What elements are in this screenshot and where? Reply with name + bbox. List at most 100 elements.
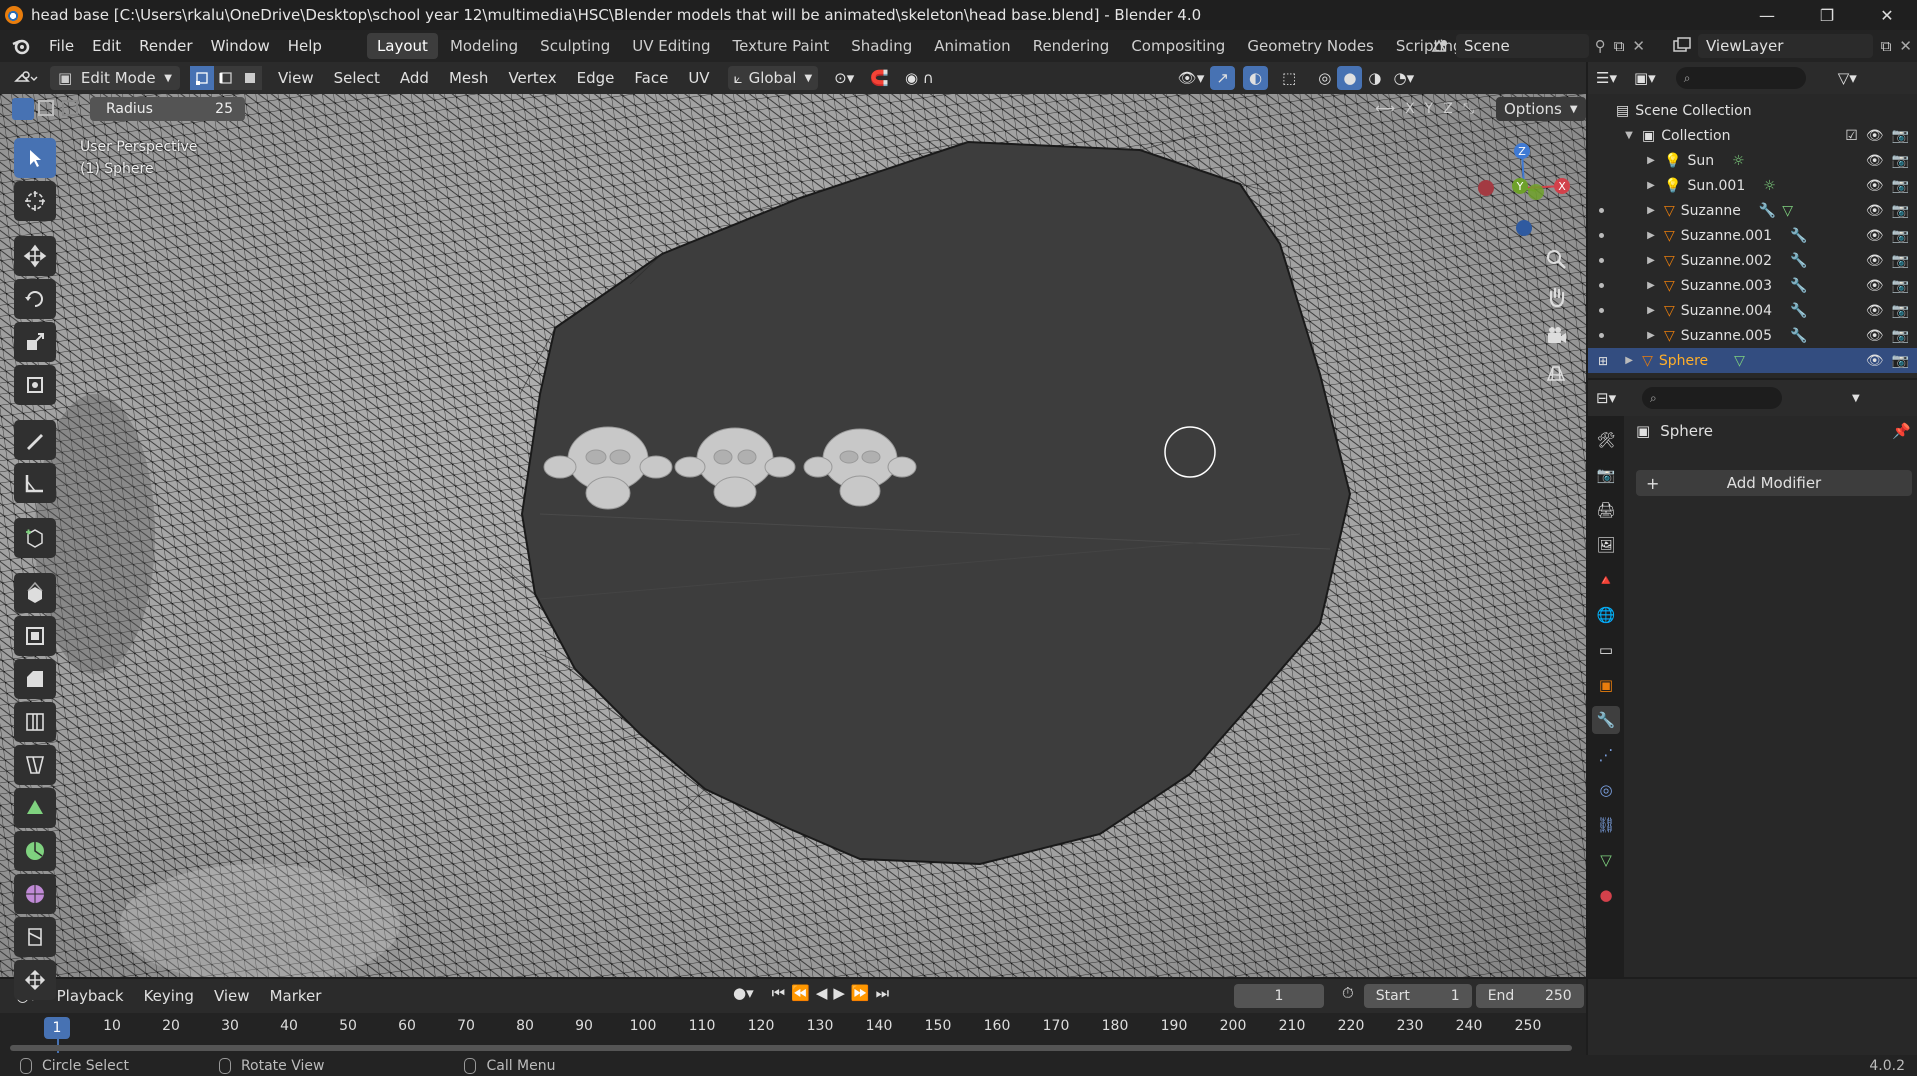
edit-mode-dot[interactable] bbox=[1599, 283, 1604, 288]
navigation-gizmo[interactable]: Z X Y bbox=[1466, 136, 1576, 246]
options-button[interactable]: Options ▼ bbox=[1496, 97, 1586, 121]
edit-mode-dot[interactable] bbox=[1599, 333, 1604, 338]
poly-build-tool-icon[interactable] bbox=[14, 788, 56, 828]
world-tab-icon[interactable]: 🌐 bbox=[1592, 601, 1620, 629]
inset-tool-icon[interactable] bbox=[14, 616, 56, 656]
select-mode-subtract-icon[interactable] bbox=[62, 100, 78, 116]
add-modifier-button[interactable]: + Add Modifier bbox=[1636, 470, 1912, 496]
edge-select-icon[interactable] bbox=[214, 66, 238, 90]
expand-icon[interactable]: ▶ bbox=[1644, 330, 1658, 341]
pin-icon[interactable]: 📌 bbox=[1892, 422, 1911, 440]
menu-marker[interactable]: Marker bbox=[260, 984, 332, 1008]
proportional-edit-icon[interactable]: ◉ ∩ bbox=[899, 66, 940, 90]
spin-tool-icon[interactable] bbox=[14, 831, 56, 871]
annotate-tool-icon[interactable] bbox=[14, 420, 56, 460]
transform-tool-icon[interactable] bbox=[14, 365, 56, 405]
snap-icon[interactable]: 🧲 bbox=[864, 66, 895, 90]
mesh-data-icon[interactable]: ▽ bbox=[1782, 203, 1793, 219]
sun-data-icon[interactable]: ☼ bbox=[1732, 153, 1745, 169]
camera-icon[interactable]: 📷 bbox=[1892, 128, 1909, 144]
outliner-item-suzanne[interactable]: ▶ ▽ Suzanne 🔧 ▽ 👁 📷 bbox=[1588, 198, 1917, 223]
jump-end-icon[interactable]: ⏭ bbox=[876, 984, 890, 1002]
object-tab-icon[interactable]: ▣ bbox=[1592, 671, 1620, 699]
render-tab-icon[interactable]: 📷 bbox=[1592, 461, 1620, 489]
eye-icon[interactable]: 👁 bbox=[1866, 178, 1884, 194]
measure-tool-icon[interactable] bbox=[14, 463, 56, 503]
menu-add[interactable]: Add bbox=[390, 66, 439, 90]
eye-icon[interactable]: 👁 bbox=[1866, 278, 1884, 294]
smooth-tool-icon[interactable] bbox=[14, 874, 56, 914]
gizmo-toggle-icon[interactable]: ↗ bbox=[1210, 66, 1235, 90]
play-reverse-icon[interactable]: ◀ bbox=[816, 984, 828, 1002]
modifier-wrench-icon[interactable]: 🔧 bbox=[1790, 328, 1807, 344]
expand-icon[interactable]: ▼ bbox=[1622, 130, 1636, 141]
select-mode-new-icon[interactable] bbox=[12, 98, 34, 120]
pan-hand-icon[interactable] bbox=[1540, 282, 1572, 312]
tab-animation[interactable]: Animation bbox=[924, 33, 1020, 59]
mirror-icon[interactable]: ⟷ bbox=[1375, 101, 1395, 117]
camera-icon[interactable]: 📷 bbox=[1892, 278, 1909, 294]
tab-shading[interactable]: Shading bbox=[841, 33, 922, 59]
mirror-z-toggle[interactable]: Z bbox=[1443, 101, 1453, 117]
edit-mode-icon[interactable]: ⊞ bbox=[1598, 354, 1608, 368]
expand-icon[interactable]: ▶ bbox=[1644, 155, 1658, 166]
tab-sculpting[interactable]: Sculpting bbox=[530, 33, 620, 59]
expand-icon[interactable]: ▶ bbox=[1644, 205, 1658, 216]
outliner-item-sphere[interactable]: ⊞ ▶ ▽ Sphere ▽ 👁 📷 bbox=[1588, 348, 1917, 373]
add-cube-tool-icon[interactable] bbox=[14, 518, 56, 558]
menu-keying[interactable]: Keying bbox=[134, 984, 204, 1008]
eye-icon[interactable]: 👁 bbox=[1866, 128, 1884, 144]
outliner-item-suzanne-004[interactable]: ▶ ▽ Suzanne.004 🔧 👁 📷 bbox=[1588, 298, 1917, 323]
menu-mesh[interactable]: Mesh bbox=[439, 66, 499, 90]
minimize-button[interactable]: — bbox=[1737, 0, 1797, 30]
editor-type-icon[interactable] bbox=[6, 66, 44, 90]
physics-tab-icon[interactable]: ◎ bbox=[1592, 776, 1620, 804]
current-frame-field[interactable]: 1 bbox=[1234, 984, 1324, 1008]
mesh-canvas[interactable] bbox=[0, 94, 1586, 977]
menu-edge[interactable]: Edge bbox=[567, 66, 625, 90]
move-tool-icon[interactable] bbox=[14, 236, 56, 276]
jump-start-icon[interactable]: ⏮ bbox=[772, 984, 786, 1002]
end-frame-field[interactable]: End 250 bbox=[1475, 984, 1584, 1008]
close-button[interactable]: ✕ bbox=[1857, 0, 1917, 30]
view-layer-name-field[interactable]: ViewLayer bbox=[1698, 34, 1873, 58]
camera-view-icon[interactable] bbox=[1540, 320, 1572, 350]
data-tab-icon[interactable]: ▽ bbox=[1592, 846, 1620, 874]
tab-uv-editing[interactable]: UV Editing bbox=[622, 33, 720, 59]
record-icon[interactable]: ●▾ bbox=[733, 984, 754, 1002]
visibility-icon[interactable]: 👁▾ bbox=[1172, 66, 1211, 90]
knife-tool-icon[interactable] bbox=[14, 745, 56, 785]
transform-orientation-selector[interactable]: ⟀ Global ▼ bbox=[727, 66, 819, 90]
menu-view[interactable]: View bbox=[268, 66, 324, 90]
camera-icon[interactable]: 📷 bbox=[1892, 253, 1909, 269]
expand-icon[interactable]: ▶ bbox=[1644, 305, 1658, 316]
eye-icon[interactable]: 👁 bbox=[1866, 253, 1884, 269]
outliner-item-suzanne-005[interactable]: ▶ ▽ Suzanne.005 🔧 👁 📷 bbox=[1588, 323, 1917, 348]
edit-mode-dot[interactable] bbox=[1599, 308, 1604, 313]
menu-render[interactable]: Render bbox=[130, 37, 201, 55]
radius-field[interactable]: Radius 25 bbox=[90, 97, 245, 121]
tab-layout[interactable]: Layout bbox=[366, 33, 438, 59]
mirror-x-toggle[interactable]: X bbox=[1405, 101, 1415, 117]
tab-compositing[interactable]: Compositing bbox=[1121, 33, 1235, 59]
material-shading-icon[interactable]: ◑ bbox=[1362, 66, 1387, 90]
maximize-button[interactable]: ❐ bbox=[1797, 0, 1857, 30]
stopwatch-icon[interactable]: ⏱ bbox=[1342, 984, 1354, 1008]
xray-icon[interactable]: ⬚ bbox=[1276, 66, 1302, 90]
expand-icon[interactable]: ▶ bbox=[1644, 255, 1658, 266]
edit-mode-dot[interactable] bbox=[1599, 258, 1604, 263]
eye-icon[interactable]: 👁 bbox=[1866, 328, 1884, 344]
cursor-tool-icon[interactable] bbox=[14, 181, 56, 221]
expand-icon[interactable]: ▶ bbox=[1644, 180, 1658, 191]
mirror-y-toggle[interactable]: Y bbox=[1425, 101, 1434, 117]
menu-edit[interactable]: Edit bbox=[83, 37, 130, 55]
constraints-tab-icon[interactable]: ⛓ bbox=[1592, 811, 1620, 839]
camera-icon[interactable]: 📷 bbox=[1892, 353, 1909, 369]
view-layer-tab-icon[interactable]: 🖼 bbox=[1592, 531, 1620, 559]
face-select-icon[interactable] bbox=[238, 66, 262, 90]
checkbox-icon[interactable]: ☑ bbox=[1845, 128, 1858, 144]
outliner-item-sun-001[interactable]: ▶ 💡 Sun.001 ☼ 👁 📷 bbox=[1588, 173, 1917, 198]
menu-timeline-view[interactable]: View bbox=[204, 984, 260, 1008]
eye-icon[interactable]: 👁 bbox=[1866, 203, 1884, 219]
modifier-wrench-icon[interactable]: 🔧 bbox=[1790, 253, 1807, 269]
